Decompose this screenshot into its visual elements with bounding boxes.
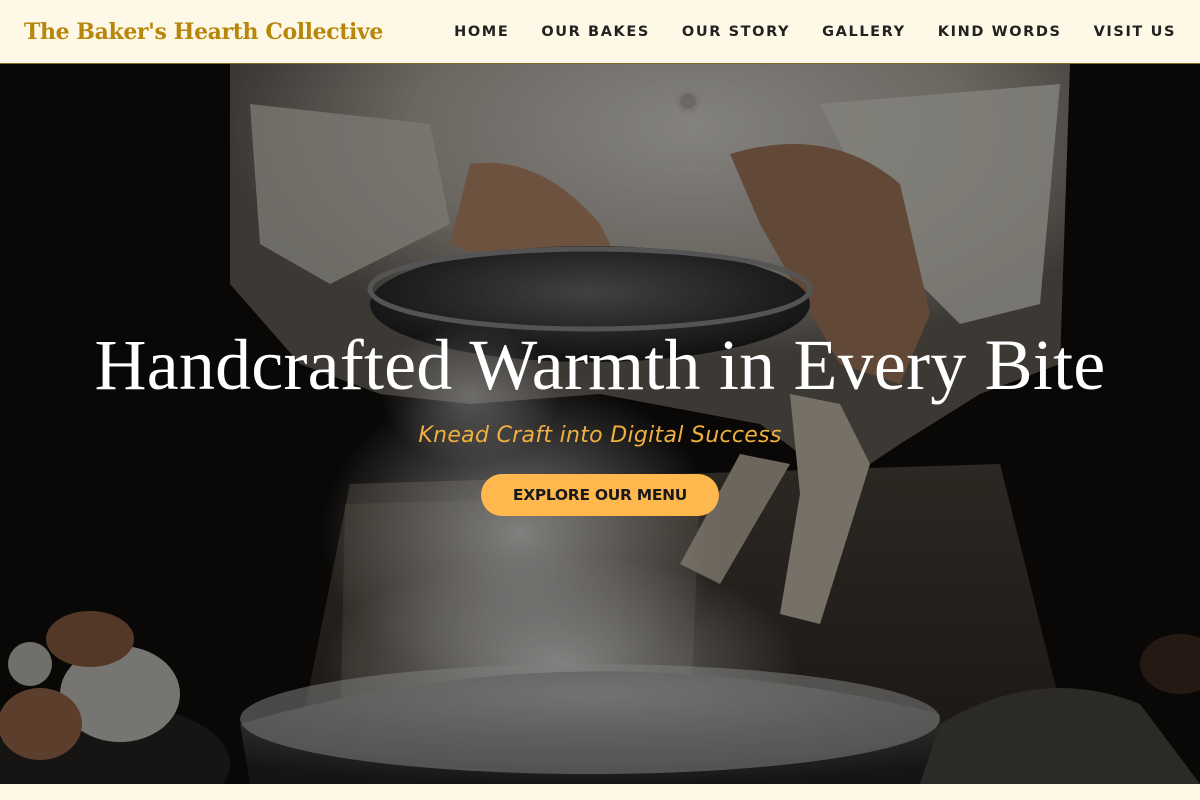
nav-link-our-bakes[interactable]: OUR BAKES <box>541 24 650 40</box>
hero-content: Handcrafted Warmth in Every Bite Knead C… <box>0 325 1200 517</box>
hero-title: Handcrafted Warmth in Every Bite <box>94 325 1106 405</box>
explore-menu-button[interactable]: EXPLORE OUR MENU <box>480 474 720 517</box>
next-section-strip <box>0 784 1200 800</box>
nav-link-gallery[interactable]: GALLERY <box>822 24 906 40</box>
nav-link-home[interactable]: HOME <box>454 24 509 40</box>
hero-subtitle: Knead Craft into Digital Success <box>418 423 782 449</box>
main-nav: HOME OUR BAKES OUR STORY GALLERY KIND WO… <box>454 24 1176 40</box>
nav-link-kind-words[interactable]: KIND WORDS <box>938 24 1062 40</box>
brand-logo-text[interactable]: The Baker's Hearth Collective <box>24 19 383 45</box>
nav-link-our-story[interactable]: OUR STORY <box>682 24 790 40</box>
hero-section: Handcrafted Warmth in Every Bite Knead C… <box>0 64 1200 784</box>
nav-link-visit-us[interactable]: VISIT US <box>1094 24 1176 40</box>
top-navbar: The Baker's Hearth Collective HOME OUR B… <box>0 0 1200 64</box>
